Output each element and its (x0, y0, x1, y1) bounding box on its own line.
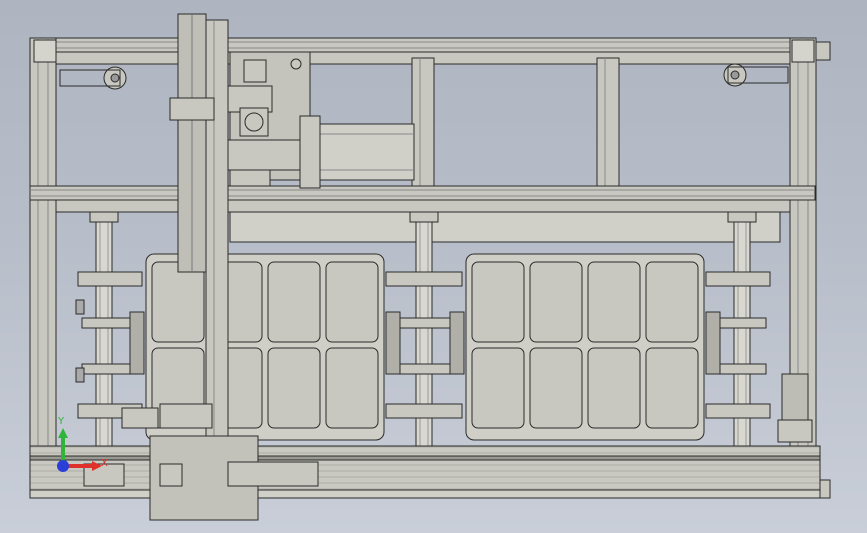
end-cap-right (815, 41, 831, 61)
tray-right (465, 253, 705, 441)
cad-viewport[interactable]: Y X (0, 0, 867, 533)
corner-bracket-tl (33, 39, 57, 63)
base-rail (29, 435, 821, 521)
top-frame-rail (29, 37, 816, 53)
motor-right-icon (777, 373, 813, 443)
upright-center (411, 57, 435, 187)
motor-top-icon (299, 115, 415, 189)
triad-y-label: Y (57, 416, 65, 427)
triad-x-label: X (101, 458, 108, 469)
z-axis-dot-icon (57, 460, 69, 472)
cad-model-view[interactable]: Y X (0, 0, 867, 533)
corner-bracket-tr (791, 39, 815, 63)
left-frame-post (29, 37, 57, 459)
upright-right (596, 57, 620, 187)
